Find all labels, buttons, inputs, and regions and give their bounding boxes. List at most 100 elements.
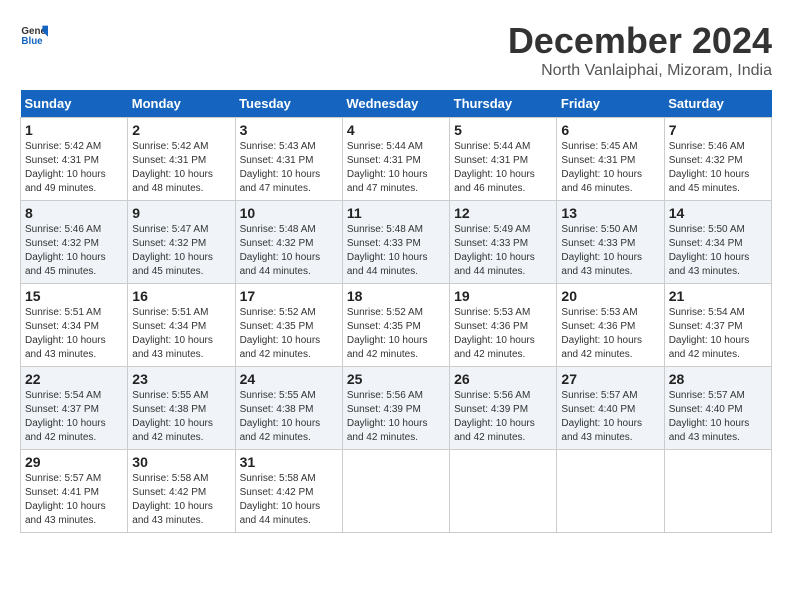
day-number: 25 [347, 371, 445, 387]
cell-content: Sunrise: 5:53 AMSunset: 4:36 PMDaylight:… [454, 306, 552, 362]
day-number: 15 [25, 288, 123, 304]
day-number: 31 [240, 454, 338, 470]
cell-content: Sunrise: 5:50 AMSunset: 4:33 PMDaylight:… [561, 223, 659, 279]
cell-content: Sunrise: 5:48 AMSunset: 4:33 PMDaylight:… [347, 223, 445, 279]
cell-content: Sunrise: 5:58 AMSunset: 4:42 PMDaylight:… [240, 472, 338, 528]
cell-content: Sunrise: 5:56 AMSunset: 4:39 PMDaylight:… [347, 389, 445, 445]
cell-content: Sunrise: 5:46 AMSunset: 4:32 PMDaylight:… [25, 223, 123, 279]
cell-content: Sunrise: 5:50 AMSunset: 4:34 PMDaylight:… [669, 223, 767, 279]
calendar-cell: 17Sunrise: 5:52 AMSunset: 4:35 PMDayligh… [235, 284, 342, 367]
calendar-cell: 13 Sunrise: 5:50 AMSunset: 4:33 PMDayligh… [557, 201, 664, 284]
day-number: 8 [25, 205, 123, 221]
calendar-cell: 5 Sunrise: 5:44 AMSunset: 4:31 PMDaylight… [450, 118, 557, 201]
calendar-cell: 19Sunrise: 5:53 AMSunset: 4:36 PMDayligh… [450, 284, 557, 367]
day-number: 13 [561, 205, 659, 221]
calendar-cell: 26 Sunrise: 5:56 AMSunset: 4:39 PMDayligh… [450, 367, 557, 450]
calendar-cell: 2 Sunrise: 5:42 AMSunset: 4:31 PMDaylight… [128, 118, 235, 201]
month-title: December 2024 [508, 20, 772, 62]
weekday-header-wednesday: Wednesday [342, 90, 449, 118]
cell-content: Sunrise: 5:57 AMSunset: 4:41 PMDaylight:… [25, 472, 123, 528]
day-number: 5 [454, 122, 552, 138]
day-number: 9 [132, 205, 230, 221]
day-number: 21 [669, 288, 767, 304]
day-number: 29 [25, 454, 123, 470]
day-number: 24 [240, 371, 338, 387]
calendar-cell: 12Sunrise: 5:49 AMSunset: 4:33 PMDayligh… [450, 201, 557, 284]
cell-content: Sunrise: 5:55 AMSunset: 4:38 PMDaylight:… [240, 389, 338, 445]
calendar-cell [450, 450, 557, 533]
day-number: 11 [347, 205, 445, 221]
calendar-cell: 10 Sunrise: 5:48 AMSunset: 4:32 PMDayligh… [235, 201, 342, 284]
logo-icon: General Blue [20, 20, 48, 48]
cell-content: Sunrise: 5:55 AMSunset: 4:38 PMDaylight:… [132, 389, 230, 445]
cell-content: Sunrise: 5:52 AMSunset: 4:35 PMDaylight:… [347, 306, 445, 362]
cell-content: Sunrise: 5:47 AMSunset: 4:32 PMDaylight:… [132, 223, 230, 279]
calendar-cell: 18 Sunrise: 5:52 AMSunset: 4:35 PMDayligh… [342, 284, 449, 367]
calendar-cell: 3 Sunrise: 5:43 AMSunset: 4:31 PMDaylight… [235, 118, 342, 201]
day-number: 28 [669, 371, 767, 387]
calendar-week-3: 15 Sunrise: 5:51 AMSunset: 4:34 PMDayligh… [21, 284, 772, 367]
weekday-header-row: SundayMondayTuesdayWednesdayThursdayFrid… [21, 90, 772, 118]
cell-content: Sunrise: 5:48 AMSunset: 4:32 PMDaylight:… [240, 223, 338, 279]
day-number: 18 [347, 288, 445, 304]
day-number: 3 [240, 122, 338, 138]
day-number: 1 [25, 122, 123, 138]
calendar-cell: 23Sunrise: 5:55 AMSunset: 4:38 PMDayligh… [128, 367, 235, 450]
calendar-table: SundayMondayTuesdayWednesdayThursdayFrid… [20, 90, 772, 533]
calendar-cell [342, 450, 449, 533]
calendar-week-5: 29 Sunrise: 5:57 AMSunset: 4:41 PMDayligh… [21, 450, 772, 533]
day-number: 26 [454, 371, 552, 387]
day-number: 6 [561, 122, 659, 138]
day-number: 4 [347, 122, 445, 138]
calendar-cell: 14Sunrise: 5:50 AMSunset: 4:34 PMDayligh… [664, 201, 771, 284]
calendar-cell: 21 Sunrise: 5:54 AMSunset: 4:37 PMDayligh… [664, 284, 771, 367]
cell-content: Sunrise: 5:45 AMSunset: 4:31 PMDaylight:… [561, 140, 659, 196]
calendar-cell: 7 Sunrise: 5:46 AMSunset: 4:32 PMDaylight… [664, 118, 771, 201]
calendar-cell: 22 Sunrise: 5:54 AMSunset: 4:37 PMDayligh… [21, 367, 128, 450]
day-number: 30 [132, 454, 230, 470]
calendar-cell: 6 Sunrise: 5:45 AMSunset: 4:31 PMDaylight… [557, 118, 664, 201]
cell-content: Sunrise: 5:46 AMSunset: 4:32 PMDaylight:… [669, 140, 767, 196]
calendar-cell [557, 450, 664, 533]
calendar-cell: 27Sunrise: 5:57 AMSunset: 4:40 PMDayligh… [557, 367, 664, 450]
cell-content: Sunrise: 5:43 AMSunset: 4:31 PMDaylight:… [240, 140, 338, 196]
cell-content: Sunrise: 5:51 AMSunset: 4:34 PMDaylight:… [25, 306, 123, 362]
cell-content: Sunrise: 5:56 AMSunset: 4:39 PMDaylight:… [454, 389, 552, 445]
calendar-cell: 31 Sunrise: 5:58 AMSunset: 4:42 PMDayligh… [235, 450, 342, 533]
calendar-week-1: 1 Sunrise: 5:42 AMSunset: 4:31 PMDaylight… [21, 118, 772, 201]
day-number: 7 [669, 122, 767, 138]
day-number: 2 [132, 122, 230, 138]
calendar-cell: 1 Sunrise: 5:42 AMSunset: 4:31 PMDaylight… [21, 118, 128, 201]
day-number: 20 [561, 288, 659, 304]
cell-content: Sunrise: 5:49 AMSunset: 4:33 PMDaylight:… [454, 223, 552, 279]
calendar-cell: 29 Sunrise: 5:57 AMSunset: 4:41 PMDayligh… [21, 450, 128, 533]
calendar-cell: 16Sunrise: 5:51 AMSunset: 4:34 PMDayligh… [128, 284, 235, 367]
weekday-header-monday: Monday [128, 90, 235, 118]
cell-content: Sunrise: 5:57 AMSunset: 4:40 PMDaylight:… [669, 389, 767, 445]
calendar-cell: 24 Sunrise: 5:55 AMSunset: 4:38 PMDayligh… [235, 367, 342, 450]
calendar-cell: 30Sunrise: 5:58 AMSunset: 4:42 PMDayligh… [128, 450, 235, 533]
cell-content: Sunrise: 5:42 AMSunset: 4:31 PMDaylight:… [132, 140, 230, 196]
weekday-header-friday: Friday [557, 90, 664, 118]
day-number: 10 [240, 205, 338, 221]
calendar-cell [664, 450, 771, 533]
calendar-cell: 25 Sunrise: 5:56 AMSunset: 4:39 PMDayligh… [342, 367, 449, 450]
calendar-cell: 4Sunrise: 5:44 AMSunset: 4:31 PMDaylight… [342, 118, 449, 201]
cell-content: Sunrise: 5:54 AMSunset: 4:37 PMDaylight:… [669, 306, 767, 362]
calendar-cell: 11 Sunrise: 5:48 AMSunset: 4:33 PMDayligh… [342, 201, 449, 284]
weekday-header-thursday: Thursday [450, 90, 557, 118]
page-header: General Blue December 2024 North Vanlaip… [20, 20, 772, 80]
cell-content: Sunrise: 5:44 AMSunset: 4:31 PMDaylight:… [454, 140, 552, 196]
calendar-cell: 15 Sunrise: 5:51 AMSunset: 4:34 PMDayligh… [21, 284, 128, 367]
calendar-cell: 9 Sunrise: 5:47 AMSunset: 4:32 PMDaylight… [128, 201, 235, 284]
cell-content: Sunrise: 5:42 AMSunset: 4:31 PMDaylight:… [25, 140, 123, 196]
weekday-header-tuesday: Tuesday [235, 90, 342, 118]
day-number: 17 [240, 288, 338, 304]
title-area: December 2024 North Vanlaiphai, Mizoram,… [508, 20, 772, 80]
calendar-cell: 20 Sunrise: 5:53 AMSunset: 4:36 PMDayligh… [557, 284, 664, 367]
cell-content: Sunrise: 5:53 AMSunset: 4:36 PMDaylight:… [561, 306, 659, 362]
day-number: 22 [25, 371, 123, 387]
day-number: 16 [132, 288, 230, 304]
cell-content: Sunrise: 5:54 AMSunset: 4:37 PMDaylight:… [25, 389, 123, 445]
calendar-cell: 8 Sunrise: 5:46 AMSunset: 4:32 PMDaylight… [21, 201, 128, 284]
